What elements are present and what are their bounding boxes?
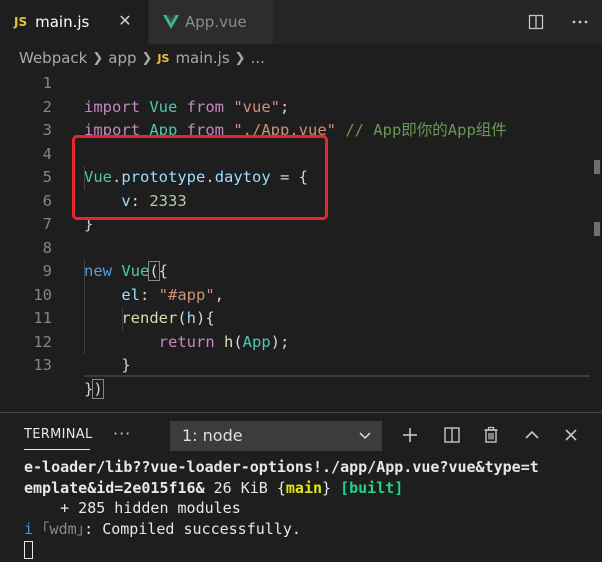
line-number: 4: [42, 144, 52, 163]
js-file-icon: JS: [157, 51, 170, 65]
terminal-line: e-loader/lib??vue-loader-options!./app/A…: [24, 458, 539, 476]
line-number: 11: [33, 309, 52, 327]
terminal-cursor: [24, 540, 33, 559]
terminal-line: emplate&id=2e015f16& 26 KiB {main} [buil…: [24, 478, 594, 499]
terminal-line: [24, 539, 594, 560]
line-number: 8: [42, 238, 52, 257]
chevron-right-icon: ❯: [234, 50, 246, 66]
terminal-line: i ｢wdm｣: Compiled successfully.: [24, 519, 594, 540]
code-line: 8 new Vue({: [0, 237, 590, 281]
line-number: 9: [42, 262, 52, 280]
scrollbar-marker: [594, 222, 600, 236]
tab-label: App.vue: [185, 13, 247, 31]
punctuation: }: [84, 379, 94, 398]
panel-header: TERMINAL ··· 1: node: [0, 413, 602, 457]
indent-guide: [84, 260, 85, 354]
more-icon[interactable]: ···: [113, 424, 131, 443]
indent-guide: [122, 307, 123, 331]
line-number: 5: [42, 168, 52, 186]
tab-label: main.js: [35, 13, 90, 31]
chevron-right-icon: ❯: [141, 50, 153, 66]
code-editor[interactable]: 1 import Vue from "vue"; 2 import App fr…: [0, 72, 602, 412]
terminal-text: ｢wdm｣: [33, 519, 85, 538]
breadcrumb-item-main-js[interactable]: main.js: [175, 49, 229, 67]
tab-bar: JS main.js ✕ App.vue: [0, 0, 602, 44]
breadcrumb-item-webpack[interactable]: Webpack: [19, 49, 87, 67]
terminal-text: 26 KiB: [204, 478, 277, 497]
terminal-output[interactable]: e-loader/lib??vue-loader-options!./app/A…: [24, 457, 594, 560]
line-number: 1: [42, 74, 52, 92]
terminal-text: }: [322, 478, 332, 497]
line-number: 6: [42, 191, 52, 210]
terminal-text: {: [276, 478, 286, 497]
code-line: 9 el: "#app",: [0, 260, 590, 304]
trash-icon[interactable]: [479, 423, 503, 447]
tab-terminal[interactable]: TERMINAL: [24, 427, 93, 442]
terminal-built-flag: [built]: [331, 478, 404, 497]
terminal-select-value: 1: node: [182, 426, 243, 445]
more-actions-icon[interactable]: [566, 8, 594, 36]
code-line: 13 }): [0, 354, 590, 399]
line-number: 12: [33, 332, 52, 351]
chevron-down-icon: [358, 421, 372, 461]
breadcrumb-item-symbol[interactable]: ...: [251, 49, 265, 67]
terminal-chunk-name: main: [285, 478, 323, 497]
line-number: 13: [33, 356, 52, 374]
breadcrumb: Webpack ❯ app ❯ JS main.js ❯ ...: [0, 44, 602, 72]
scrollbar-marker: [594, 160, 600, 174]
line-number: 3: [42, 121, 52, 139]
code-line: 11 return h(App);: [0, 307, 590, 351]
active-tab-indicator: [24, 449, 90, 450]
vue-file-icon: [163, 15, 179, 29]
js-file-icon: JS: [14, 15, 28, 29]
terminal-line: + 285 hidden modules: [24, 499, 241, 517]
terminal-text: : Compiled successfully.: [84, 519, 301, 538]
editor-actions: [514, 0, 602, 44]
code-line: 12 }: [0, 331, 590, 375]
terminal-panel: TERMINAL ··· 1: node e-loader/lib??vue-l…: [0, 412, 602, 562]
highlight-box: [72, 135, 328, 220]
tab-main-js[interactable]: JS main.js ✕: [0, 0, 148, 44]
line-number: 10: [33, 285, 52, 304]
editor-scrollbar[interactable]: [590, 72, 602, 410]
tab-app-vue[interactable]: App.vue: [148, 0, 273, 44]
bracket-match: ): [92, 378, 104, 399]
chevron-right-icon: ❯: [92, 50, 104, 66]
line-number: 2: [42, 97, 52, 116]
code-line: 10 render(h){: [0, 284, 590, 328]
breadcrumb-item-app[interactable]: app: [108, 49, 136, 67]
line-number: 7: [42, 215, 52, 233]
info-icon: i: [24, 519, 34, 538]
terminal-select[interactable]: 1: node: [170, 421, 382, 451]
chevron-up-icon[interactable]: [520, 423, 544, 447]
plus-icon[interactable]: [398, 423, 422, 447]
code-line: 2 import App from "./App.vue" // App即你的A…: [0, 96, 590, 140]
horizontal-scrollbar[interactable]: [84, 375, 590, 377]
close-icon[interactable]: [559, 423, 583, 447]
split-terminal-icon[interactable]: [440, 423, 464, 447]
code-line: 1 import Vue from "vue";: [0, 72, 590, 116]
split-editor-icon[interactable]: [522, 8, 550, 36]
close-icon[interactable]: ✕: [116, 12, 134, 30]
terminal-text: emplate&id=2e015f16&: [24, 478, 205, 497]
